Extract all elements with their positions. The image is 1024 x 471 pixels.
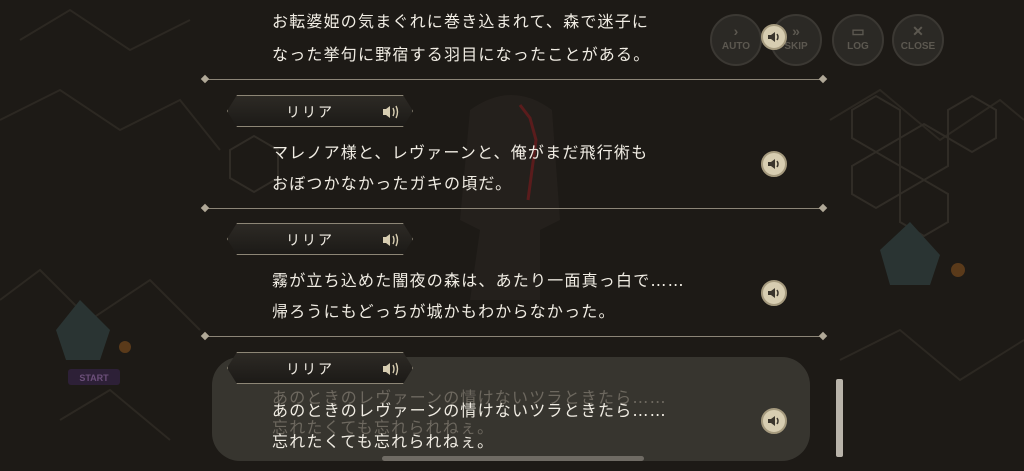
speaker-name: リリア bbox=[286, 362, 334, 378]
voice-replay-button[interactable] bbox=[761, 24, 787, 50]
speaker-icon bbox=[768, 32, 779, 42]
close-button[interactable]: ✕ CLOSE bbox=[892, 14, 944, 66]
log-icon: ▭ bbox=[851, 23, 865, 39]
auto-button[interactable]: › AUTO bbox=[710, 14, 762, 66]
backlog-entry-text: おぼつかなかったガキの頃だ。 bbox=[272, 174, 513, 193]
auto-icon: › bbox=[733, 23, 739, 39]
speaker-name-tag: リリア bbox=[227, 352, 413, 384]
speaker-icon bbox=[768, 288, 779, 298]
speaker-icon bbox=[768, 416, 779, 426]
backlog-divider bbox=[205, 208, 823, 209]
backlog-entry-text: お転婆姫の気まぐれに巻き込まれて、森で迷子に bbox=[272, 12, 650, 31]
speaker-icon bbox=[768, 159, 779, 169]
log-button[interactable]: ▭ LOG bbox=[832, 14, 884, 66]
speaker-voice-icon bbox=[382, 360, 402, 378]
backlog-entry-text: 霧が立ち込めた闇夜の森は、あたり一面真っ白で…… bbox=[272, 271, 685, 290]
backlog-entry-text: あのときのレヴァーンの情けないツラときたら…… bbox=[272, 401, 667, 420]
speaker-voice-icon bbox=[382, 103, 402, 121]
voice-replay-button[interactable] bbox=[761, 151, 787, 177]
speaker-name: リリア bbox=[286, 233, 334, 249]
start-label: START bbox=[79, 373, 109, 383]
backlog-entry-text: マレノア様と、レヴァーンと、俺がまだ飛行術も bbox=[272, 143, 649, 162]
speaker-name: リリア bbox=[286, 105, 334, 121]
backlog-scrollbar[interactable] bbox=[836, 379, 843, 457]
voice-replay-button[interactable] bbox=[761, 408, 787, 434]
backlog-entry-text: 忘れたくても忘れられねぇ。 bbox=[272, 432, 495, 451]
backlog-entry-text: なった挙句に野宿する羽目になったことがある。 bbox=[272, 45, 651, 64]
voice-replay-button[interactable] bbox=[761, 280, 787, 306]
speaker-name-tag: リリア bbox=[227, 223, 413, 255]
home-indicator bbox=[382, 456, 644, 461]
backlog-divider bbox=[205, 336, 823, 337]
backlog-divider bbox=[205, 79, 823, 80]
speaker-name-tag: リリア bbox=[227, 95, 413, 127]
speaker-voice-icon bbox=[382, 231, 402, 249]
close-icon: ✕ bbox=[912, 23, 924, 39]
game-screen: START › AUTO » SKIP ▭ LOG ✕ CLOSE あのときのレ… bbox=[0, 0, 1024, 471]
backlog-entry-text: 帰ろうにもどっちが城かもわからなかった。 bbox=[272, 302, 616, 321]
